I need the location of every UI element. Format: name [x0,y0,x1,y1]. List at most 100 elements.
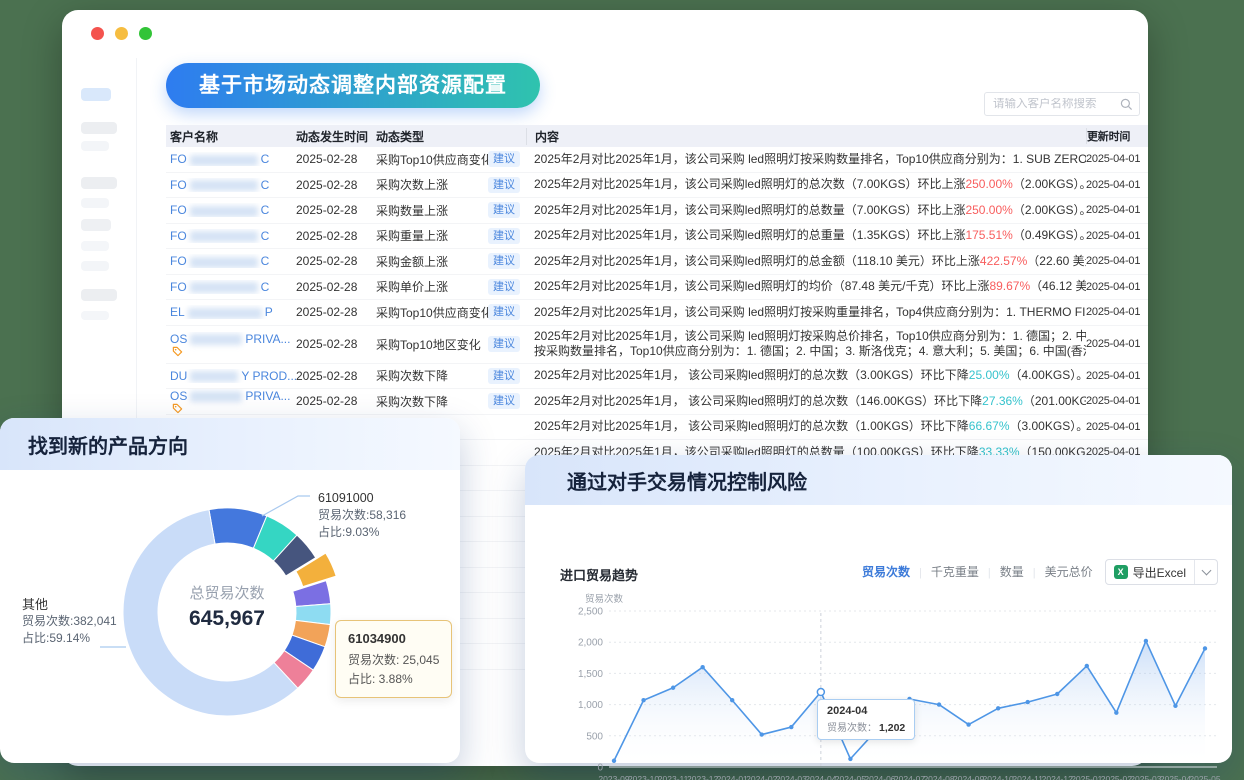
customer-name-link[interactable]: PRIVA... [245,332,290,346]
sidebar-menu-placeholder [81,141,109,151]
customer-name-cell[interactable]: OS PRIVA... [166,389,296,414]
customer-name-link[interactable]: PRIVA... [245,389,290,403]
customer-name-link[interactable]: FO [170,280,187,294]
customer-name-link[interactable]: P [265,305,273,319]
table-row[interactable]: FOC2025-02-28采购单价上涨建议2025年2月对比2025年1月，该公… [166,275,1148,301]
dynamic-type-cell: 采购次数下降建议 [376,367,526,384]
svg-text:2025-02: 2025-02 [1101,774,1132,780]
content-cell: 2025年2月对比2025年1月，该公司采购 led照明灯按采购重量排名，Top… [526,305,1086,320]
table-row[interactable]: FOC2025-02-28采购Top10供应商变化建议2025年2月对比2025… [166,147,1148,173]
redacted-name [190,391,242,402]
svg-text:2,000: 2,000 [578,638,603,649]
column-header: 动态类型 [376,128,526,145]
sidebar-menu-placeholder [81,198,109,208]
dynamic-type-cell: 采购Top10供应商变化建议 [376,151,526,168]
content-text: 2025年2月对比2025年1月，该公司采购led照明灯的总金额（118.10 … [534,254,1086,269]
customer-name-link[interactable]: C [261,280,270,294]
customer-name-cell[interactable]: FO C [166,280,296,294]
dynamic-date-cell: 2025-02-28 [296,178,376,192]
data-point[interactable] [789,725,793,729]
customer-name-cell[interactable]: FO C [166,178,296,192]
svg-text:2025-04: 2025-04 [1160,774,1191,780]
content-text: 2025年2月对比2025年1月，该公司采购led照明灯的均价（87.48 美元… [534,279,1086,294]
customer-name-cell[interactable]: FO C [166,229,296,243]
data-point[interactable] [1173,704,1177,708]
search-icon[interactable] [1120,98,1133,111]
data-point[interactable] [996,706,1000,710]
data-point[interactable] [848,757,852,761]
line-chart[interactable]: 05001,0001,5002,0002,500贸易次数2023-092023-… [525,555,1232,780]
customer-search-box[interactable] [984,92,1140,116]
table-row[interactable]: ELP2025-02-28采购Top10供应商变化建议2025年2月对比2025… [166,300,1148,326]
table-row[interactable]: FOC2025-02-28采购数量上涨建议2025年2月对比2025年1月，该公… [166,198,1148,224]
data-point[interactable] [966,722,970,726]
customer-name-cell[interactable]: FO C [166,254,296,268]
suggestion-badge: 建议 [488,368,520,384]
line-chart-area: 进口贸易趋势 贸易次数|千克重量|数量|美元总价 X 导出Excel 05001… [525,505,1232,763]
data-point[interactable] [730,698,734,702]
customer-name-link[interactable]: OS [170,332,187,346]
customer-name-cell[interactable]: OS PRIVA... [166,332,296,357]
content-cell: 2025年2月对比2025年1月，该公司采购led照明灯的总数量（7.00KGS… [526,203,1086,218]
customer-name-link[interactable]: C [261,254,270,268]
svg-text:2024-07: 2024-07 [894,774,925,780]
highlighted-data-point[interactable] [817,688,824,695]
data-point[interactable] [612,759,616,763]
customer-name-link[interactable]: C [261,203,270,217]
customer-name-link[interactable]: DU [170,369,187,383]
customer-name-link[interactable]: C [261,178,270,192]
data-point[interactable] [1114,711,1118,715]
dynamic-type-cell: 采购次数上涨建议 [376,176,526,193]
data-point[interactable] [1144,639,1148,643]
suggestion-badge: 建议 [488,279,520,295]
table-row[interactable]: FOC2025-02-28采购金额上涨建议2025年2月对比2025年1月，该公… [166,249,1148,275]
customer-name-link[interactable]: C [261,229,270,243]
table-row[interactable]: FOC2025-02-28采购重量上涨建议2025年2月对比2025年1月，该公… [166,224,1148,250]
minimize-window-icon[interactable] [115,27,128,40]
data-point[interactable] [1085,664,1089,668]
data-point[interactable] [671,686,675,690]
svg-text:2024-02: 2024-02 [746,774,777,780]
customer-name-cell[interactable]: FO C [166,152,296,166]
sidebar-menu-placeholder [81,311,109,320]
close-window-icon[interactable] [91,27,104,40]
customer-name-link[interactable]: FO [170,152,187,166]
customer-name-cell[interactable]: FO C [166,203,296,217]
data-point[interactable] [1055,692,1059,696]
customer-name-link[interactable]: C [261,152,270,166]
customer-name-link[interactable]: EL [170,305,185,319]
svg-text:2025-05: 2025-05 [1189,774,1220,780]
customer-name-link[interactable]: FO [170,178,187,192]
customer-name-cell[interactable]: DU Y PROD... [166,369,296,383]
data-point[interactable] [1203,646,1207,650]
suggestion-badge: 建议 [488,304,520,320]
search-input[interactable] [985,98,1120,110]
customer-name-cell[interactable]: EL P [166,305,296,319]
data-point[interactable] [937,702,941,706]
table-row[interactable]: OSPRIVA...2025-02-28采购次数下降建议2025年2月对比202… [166,389,1148,415]
table-row[interactable]: DUY PROD...2025-02-28采购次数下降建议2025年2月对比20… [166,364,1148,390]
table-row[interactable]: FO C 2025-02-28采购次数上涨建议 2025年2月对比2025年1月，该公… [166,173,1148,199]
suggestion-badge: 建议 [488,228,520,244]
content-text: 2025年2月对比2025年1月，该公司采购led照明灯的总次数（7.00KGS… [534,177,1086,192]
column-header: 更新时间 [1086,128,1148,144]
svg-text:2023-12: 2023-12 [687,774,718,780]
content-text: 2025年2月对比2025年1月，该公司采购led照明灯的总重量（1.35KGS… [534,228,1086,243]
data-point[interactable] [641,698,645,702]
svg-text:2024-06: 2024-06 [864,774,895,780]
svg-text:2024-05: 2024-05 [835,774,866,780]
data-point[interactable] [1026,700,1030,704]
data-point[interactable] [700,665,704,669]
customer-name-link[interactable]: OS [170,389,187,403]
update-time-cell: 2025-04-01 [1086,281,1148,293]
table-row[interactable]: OSPRIVA...2025-02-28采购Top10地区变化建议2025年2月… [166,326,1148,364]
sidebar-menu-placeholder [81,122,117,134]
data-point[interactable] [760,732,764,736]
maximize-window-icon[interactable] [139,27,152,40]
customer-name-link[interactable]: FO [170,254,187,268]
customer-name-link[interactable]: FO [170,203,187,217]
banner-title: 基于市场动态调整内部资源配置 [199,74,507,97]
customer-name-link[interactable]: Y PROD... [241,369,296,383]
customer-name-link[interactable]: FO [170,229,187,243]
right-card-header: 通过对手交易情况控制风险 [525,455,1232,505]
